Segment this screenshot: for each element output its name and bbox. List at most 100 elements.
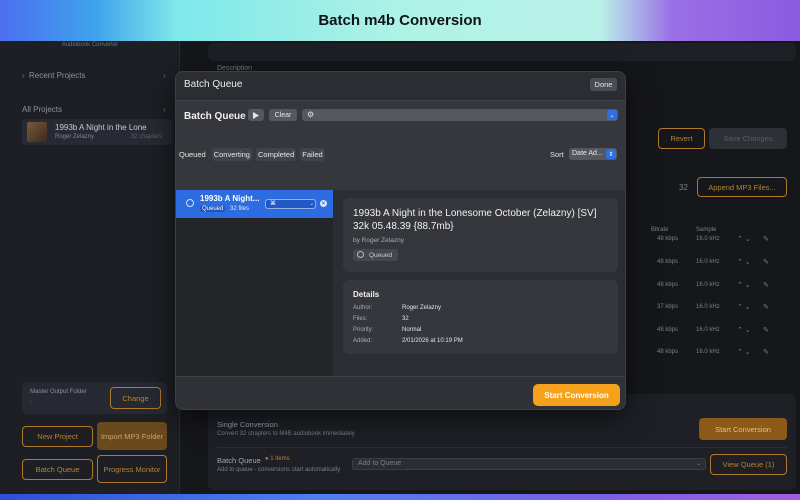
chevron-right-icon[interactable]: › bbox=[163, 105, 166, 114]
file-count: 32 bbox=[679, 183, 688, 192]
status-filter-tabs: Queued Converting Completed Failed bbox=[177, 148, 329, 161]
files-label: Files: bbox=[353, 316, 368, 322]
add-to-queue-select[interactable]: Add to Queue ⌄ bbox=[352, 458, 706, 470]
bitrate-cell: 48 kbps bbox=[657, 236, 679, 242]
detail-title: 1993b A Night in the Lonesome October (Z… bbox=[353, 208, 597, 232]
gear-icon: ⚙ bbox=[307, 110, 315, 119]
reorder-arrows-icon[interactable]: ⌃ ⌄ bbox=[737, 258, 751, 266]
remove-icon[interactable]: × bbox=[320, 200, 327, 207]
chevron-right-icon[interactable]: › bbox=[163, 71, 166, 80]
title-field[interactable] bbox=[208, 43, 796, 61]
modal-footer: Start Conversion bbox=[176, 376, 625, 409]
queue-item-action-select[interactable]: ⌘ ⌄ bbox=[265, 199, 316, 209]
add-to-queue-select-value: Add to Queue bbox=[358, 460, 402, 467]
new-project-button[interactable]: New Project bbox=[22, 426, 93, 447]
banner-title: Batch m4b Conversion bbox=[318, 12, 482, 29]
reorder-arrows-icon[interactable]: ⌃ ⌄ bbox=[737, 326, 751, 334]
batch-queue-modal: Batch Queue Done Batch Queue Clear ⚙ ⌄ Q… bbox=[175, 71, 626, 410]
project-title: 1993b A Night in the Lone bbox=[55, 123, 147, 132]
reorder-arrows-icon[interactable]: ⌃ ⌄ bbox=[737, 281, 751, 289]
sample-cell: 16.0 kHz bbox=[696, 304, 720, 310]
queue-list-item[interactable]: 1993b A Night... Queued 32 files ⌘ ⌄ × bbox=[176, 190, 333, 218]
sample-column-header: Sample bbox=[696, 227, 717, 233]
project-author: Roger Zelazny bbox=[55, 134, 95, 140]
reorder-arrows-icon[interactable]: ⌃ ⌄ bbox=[737, 235, 751, 243]
chevron-down-icon: ⌄ bbox=[695, 461, 701, 467]
sample-cell: 16.0 kHz bbox=[696, 349, 720, 355]
save-changes-button[interactable]: Save Changes bbox=[709, 128, 787, 149]
edit-pencil-icon[interactable]: ✎ bbox=[763, 235, 769, 243]
queue-item-status-badge: Queued bbox=[200, 206, 226, 212]
edit-pencil-icon[interactable]: ✎ bbox=[763, 303, 769, 311]
start-conversion-background-button[interactable]: Start Conversion bbox=[699, 418, 787, 440]
recent-projects-header[interactable]: Recent Projects bbox=[29, 71, 85, 80]
master-output-label: Master Output Folder bbox=[30, 389, 87, 395]
queue-list: 1993b A Night... Queued 32 files ⌘ ⌄ × bbox=[176, 190, 333, 376]
edit-pencil-icon[interactable]: ✎ bbox=[763, 348, 769, 356]
edit-pencil-icon[interactable]: ✎ bbox=[763, 281, 769, 289]
clock-icon bbox=[186, 199, 194, 207]
reorder-arrows-icon[interactable]: ⌃ ⌄ bbox=[737, 348, 751, 356]
detail-author: by Roger Zelazny bbox=[353, 237, 404, 244]
chevron-updown-icon: ⇕ bbox=[606, 149, 616, 159]
import-mp3-folder-button[interactable]: Import MP3 Folder bbox=[97, 422, 167, 450]
edit-pencil-icon[interactable]: ✎ bbox=[763, 326, 769, 334]
batch-queue-button[interactable]: Batch Queue bbox=[22, 459, 93, 480]
author-value: Roger Zelazny bbox=[402, 305, 442, 311]
project-chapter-count: 32 chapters bbox=[130, 134, 162, 140]
done-button[interactable]: Done bbox=[590, 78, 617, 91]
revert-button[interactable]: Revert bbox=[658, 128, 705, 149]
added-label: Added: bbox=[353, 338, 373, 344]
app-subtitle: Audiobook Converter bbox=[61, 42, 119, 48]
tab-converting[interactable]: Converting bbox=[211, 148, 252, 161]
bitrate-cell: 48 kbps bbox=[657, 259, 679, 265]
details-heading: Details bbox=[353, 290, 380, 299]
master-output-value: - bbox=[30, 399, 32, 405]
reorder-arrows-icon[interactable]: ⌃ ⌄ bbox=[737, 303, 751, 311]
tab-completed[interactable]: Completed bbox=[255, 148, 297, 161]
single-conversion-desc: Convert 32 chapters to M4B audiobook imm… bbox=[217, 431, 355, 437]
bitrate-cell: 48 kbps bbox=[657, 327, 679, 333]
play-queue-button[interactable] bbox=[248, 109, 264, 121]
divider bbox=[217, 447, 787, 448]
chevron-right-icon[interactable]: › bbox=[22, 71, 25, 80]
command-icon: ⌘ bbox=[270, 201, 276, 207]
bitrate-cell: 48 kbps bbox=[657, 349, 679, 355]
sidebar: Audiobook Converter › Recent Projects › … bbox=[0, 41, 180, 494]
chevron-down-icon: ⌄ bbox=[309, 201, 314, 207]
details-card: Details Author: Roger Zelazny Files: 32 … bbox=[343, 280, 618, 354]
queue-count-text: 1 items bbox=[270, 456, 290, 462]
detail-summary-card: 1993b A Night in the Lonesome October (Z… bbox=[343, 198, 618, 272]
tab-queued[interactable]: Queued bbox=[177, 148, 208, 161]
queue-item-title: 1993b A Night... bbox=[200, 194, 260, 203]
queue-toolbar: Batch Queue Clear ⚙ ⌄ Queued Converting … bbox=[176, 100, 625, 190]
progress-monitor-button[interactable]: Progress Monitor bbox=[97, 455, 167, 483]
single-conversion-title: Single Conversion bbox=[217, 420, 278, 429]
queue-count-badge: ● 1 items bbox=[265, 456, 290, 462]
start-conversion-button[interactable]: Start Conversion bbox=[533, 384, 620, 406]
sample-cell: 16.0 kHz bbox=[696, 327, 720, 333]
play-icon bbox=[253, 111, 259, 119]
queue-item-files: 32 files bbox=[230, 206, 250, 212]
modal-title: Batch Queue bbox=[184, 79, 243, 90]
sort-select-value: Date Ad... bbox=[572, 150, 603, 157]
all-projects-header: All Projects bbox=[22, 105, 63, 114]
bitrate-cell: 37 kbps bbox=[657, 304, 679, 310]
author-label: Author: bbox=[353, 305, 373, 311]
project-list-item[interactable]: 1993b A Night in the Lone Roger Zelazny … bbox=[22, 119, 172, 145]
change-folder-button[interactable]: Change bbox=[110, 387, 161, 409]
tab-failed[interactable]: Failed bbox=[300, 148, 325, 161]
priority-value: Normal bbox=[402, 327, 422, 333]
batch-queue-title: Batch Queue bbox=[217, 456, 261, 465]
queue-item-detail: 1993b A Night in the Lonesome October (Z… bbox=[334, 190, 625, 376]
append-mp3-button[interactable]: Append MP3 Files... bbox=[697, 177, 787, 197]
bottom-accent-strip bbox=[0, 494, 800, 500]
detail-status-text: Queued bbox=[369, 251, 393, 259]
sort-select[interactable]: Date Ad... ⇕ bbox=[569, 148, 617, 160]
settings-menu[interactable]: ⚙ ⌄ bbox=[302, 109, 618, 121]
edit-pencil-icon[interactable]: ✎ bbox=[763, 258, 769, 266]
sample-cell: 16.0 kHz bbox=[696, 259, 720, 265]
view-queue-button[interactable]: View Queue (1) bbox=[710, 454, 787, 475]
batch-queue-desc: Add to queue - conversions start automat… bbox=[217, 467, 341, 473]
clear-button[interactable]: Clear bbox=[269, 109, 297, 121]
